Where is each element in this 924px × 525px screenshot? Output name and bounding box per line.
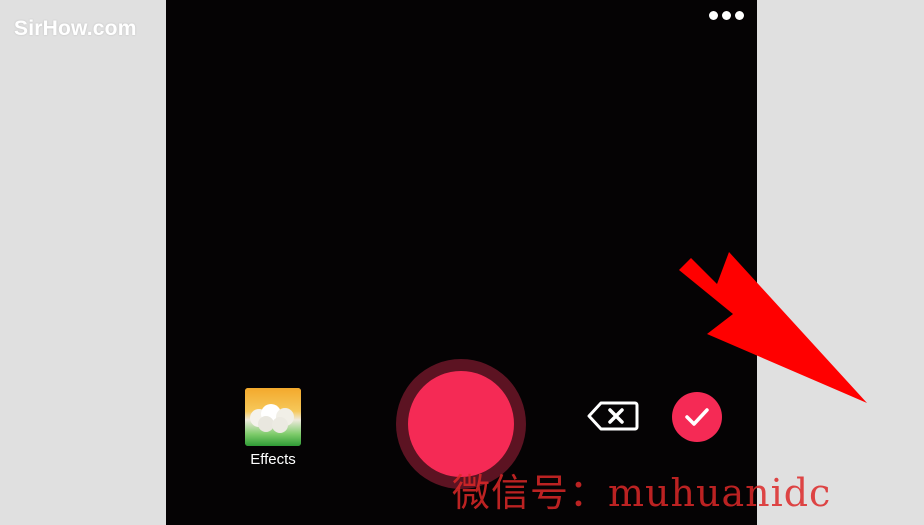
camera-screen: Effects (166, 0, 867, 525)
wechat-watermark: 微信号：muhuanidc (452, 471, 832, 515)
left-margin (0, 0, 166, 525)
effects-button[interactable]: Effects (245, 388, 301, 468)
effects-thumbnail-icon (245, 388, 301, 446)
more-dot-icon (721, 10, 731, 20)
more-dot-icon (708, 10, 718, 20)
site-watermark: SirHow.com (14, 17, 137, 40)
more-dot-icon (734, 10, 744, 20)
delete-clip-button[interactable] (587, 401, 639, 431)
pointer-arrow-icon (679, 252, 867, 403)
effects-label: Effects (250, 451, 296, 468)
more-options-button[interactable] (705, 6, 747, 24)
checkmark-icon (685, 408, 709, 426)
backspace-x-icon (587, 401, 639, 431)
